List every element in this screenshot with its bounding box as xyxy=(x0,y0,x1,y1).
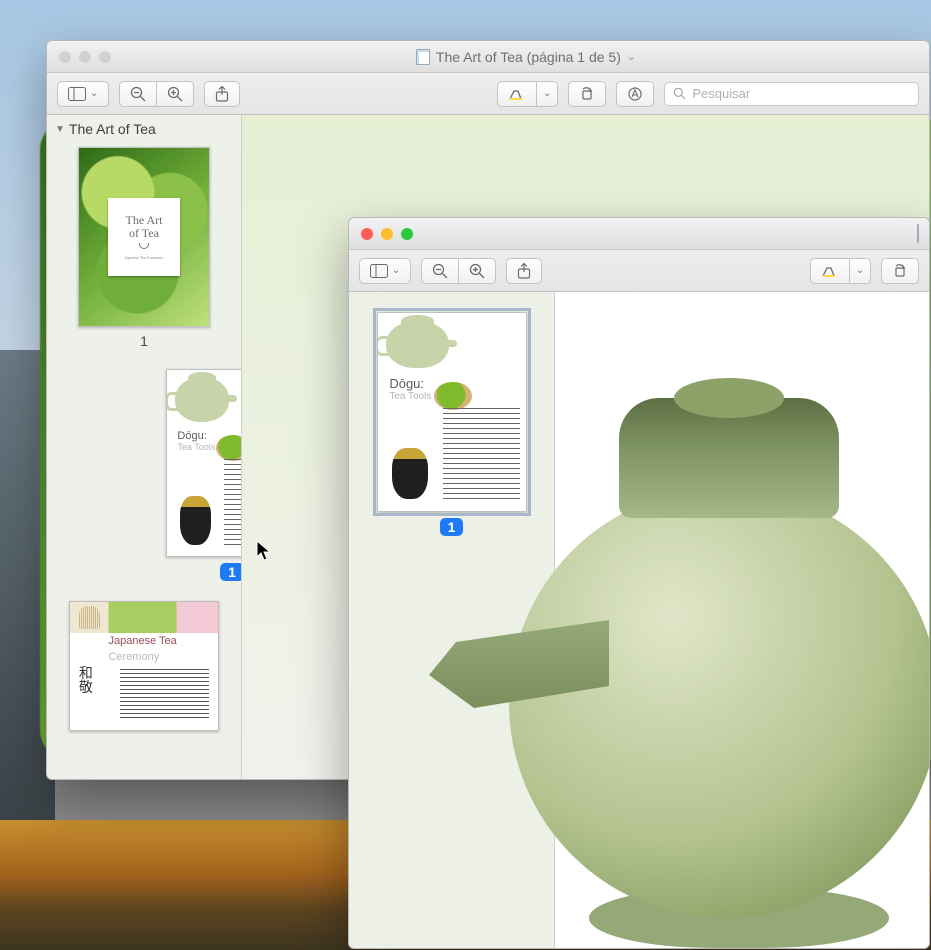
pg3-ideograms: 和 敬 xyxy=(79,666,93,694)
content-area-front[interactable] xyxy=(555,292,929,948)
sidebar-header[interactable]: ▼ The Art of Tea xyxy=(47,115,241,141)
window-title: The Art of Tea (página 1 de 5) ⌄ xyxy=(123,49,929,65)
highlight-menu-button[interactable]: ⌄ xyxy=(850,258,871,284)
zoom-button[interactable] xyxy=(401,228,413,240)
minimize-button[interactable] xyxy=(79,51,91,63)
search-icon xyxy=(673,87,686,100)
toolbar-back: ⌄ ⌄ Pesq xyxy=(47,73,929,115)
chevron-down-icon: ⌄ xyxy=(90,88,98,99)
zoom-out-icon xyxy=(130,86,146,102)
highlight-menu-button[interactable]: ⌄ xyxy=(537,81,558,107)
rotate-icon xyxy=(892,263,908,279)
thumbnail-sidebar-back: ▼ The Art of Tea The Art of Tea Japanese… xyxy=(47,115,242,779)
cover-subtitle: Japanese Tea Ceremony xyxy=(125,255,164,260)
titlebar-back[interactable]: The Art of Tea (página 1 de 5) ⌄ xyxy=(47,41,929,73)
teacup-icon xyxy=(139,243,149,249)
chevron-down-icon: ⌄ xyxy=(392,265,400,276)
rotate-icon xyxy=(579,86,595,102)
titlebar-front[interactable] xyxy=(349,218,929,250)
thumbnail-page-3[interactable]: Japanese Tea Ceremony 和 敬 xyxy=(69,601,219,731)
highlight-button[interactable] xyxy=(810,258,850,284)
zoom-out-button[interactable] xyxy=(421,258,459,284)
close-button[interactable] xyxy=(361,228,373,240)
preview-window-front: ⌄ ⌄ xyxy=(348,217,930,949)
sidebar-toggle-button[interactable]: ⌄ xyxy=(57,81,109,107)
share-icon xyxy=(215,86,229,102)
pg2-subheading: Tea Tools xyxy=(177,442,215,452)
title-chevron-icon[interactable]: ⌄ xyxy=(627,50,636,63)
disclosure-triangle-icon[interactable]: ▼ xyxy=(55,124,65,135)
search-input[interactable]: Pesquisar xyxy=(664,82,919,106)
sidebar-icon xyxy=(68,87,86,101)
highlight-icon xyxy=(821,264,839,278)
sidebar-title: The Art of Tea xyxy=(69,121,156,137)
share-icon xyxy=(517,263,531,279)
teapot-image xyxy=(419,358,930,949)
zoom-out-button[interactable] xyxy=(119,81,157,107)
document-icon xyxy=(917,224,919,243)
search-placeholder: Pesquisar xyxy=(692,86,750,101)
chevron-down-icon: ⌄ xyxy=(856,265,864,276)
highlight-icon xyxy=(508,87,526,101)
cover-title-line1: The Art xyxy=(125,214,162,227)
traffic-lights xyxy=(349,228,425,240)
close-button[interactable] xyxy=(59,51,71,63)
pg3-subheading: Ceremony xyxy=(108,651,159,663)
thumbnail-1-label: 1 xyxy=(140,333,148,349)
minimize-button[interactable] xyxy=(381,228,393,240)
zoom-out-icon xyxy=(432,263,448,279)
zoom-in-button[interactable] xyxy=(157,81,194,107)
thumbnail-page-1[interactable]: The Art of Tea Japanese Tea Ceremony xyxy=(78,147,210,327)
share-button[interactable] xyxy=(204,81,240,107)
thumbnail-page-2-insert[interactable]: Dōgu: Tea Tools xyxy=(166,369,242,557)
traffic-lights xyxy=(47,51,123,63)
zoom-in-icon xyxy=(167,86,183,102)
thumbnail-2-insert-badge: 1 xyxy=(220,563,242,581)
markup-button[interactable] xyxy=(616,81,654,107)
document-icon xyxy=(416,49,430,65)
highlight-button[interactable] xyxy=(497,81,537,107)
toolbar-front: ⌄ ⌄ xyxy=(349,250,929,292)
chevron-down-icon: ⌄ xyxy=(543,88,551,99)
zoom-in-icon xyxy=(469,263,485,279)
zoom-in-button[interactable] xyxy=(459,258,496,284)
share-button[interactable] xyxy=(506,258,542,284)
rotate-button[interactable] xyxy=(568,81,606,107)
rotate-button[interactable] xyxy=(881,258,919,284)
pg3-heading: Japanese Tea xyxy=(108,635,176,647)
zoom-button[interactable] xyxy=(99,51,111,63)
sidebar-icon xyxy=(370,264,388,278)
window-title-text: The Art of Tea (página 1 de 5) xyxy=(436,49,621,65)
sidebar-toggle-button[interactable]: ⌄ xyxy=(359,258,411,284)
cover-title-line2: of Tea xyxy=(129,227,159,240)
pg2-heading: Dōgu: xyxy=(177,430,215,442)
markup-icon xyxy=(627,86,643,102)
